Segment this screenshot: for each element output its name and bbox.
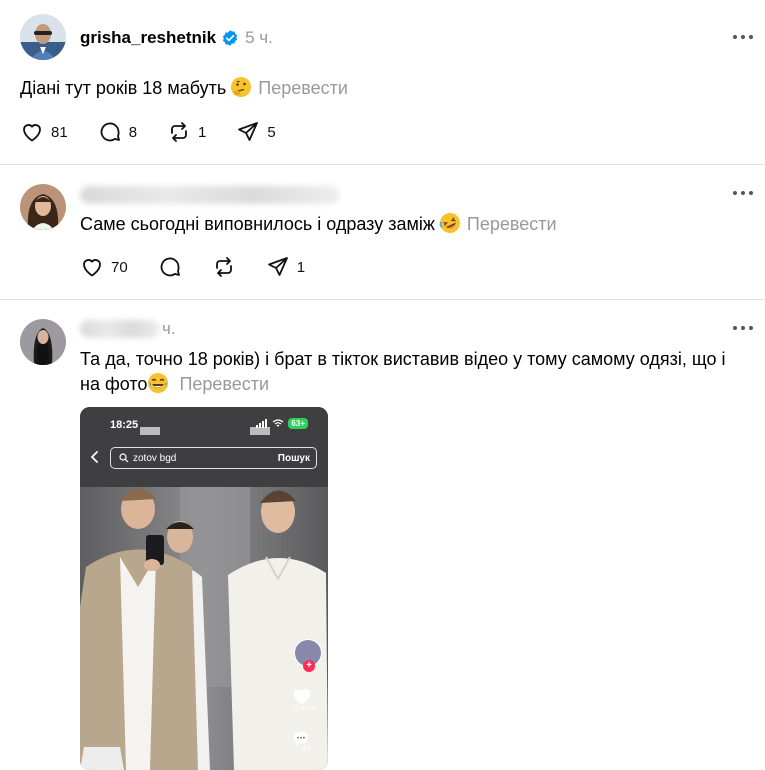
send-icon bbox=[238, 122, 259, 141]
post-actions: 81 8 1 5 bbox=[20, 120, 306, 144]
avatar[interactable] bbox=[20, 14, 66, 60]
heart-icon bbox=[23, 124, 41, 142]
more-options-icon[interactable] bbox=[733, 29, 753, 45]
post-text-line-1: Та да, точно 18 років) і брат в тікток в… bbox=[80, 349, 726, 369]
post-text: Саме сьогодні виповнилось і одразу заміж… bbox=[80, 212, 557, 236]
share-button[interactable]: 5 bbox=[236, 120, 276, 144]
post-header: ч. bbox=[80, 317, 176, 341]
verified-badge-icon bbox=[221, 29, 239, 47]
like-button[interactable]: 70 bbox=[80, 255, 128, 279]
send-icon bbox=[267, 257, 288, 276]
wifi-icon bbox=[273, 419, 284, 427]
repost-count: 1 bbox=[198, 123, 207, 141]
comment-bubble-icon bbox=[293, 731, 309, 746]
like-count: 81 bbox=[51, 123, 68, 141]
rolling-laughing-face-icon bbox=[439, 212, 461, 234]
post-2: Саме сьогодні виповнилось і одразу заміж… bbox=[0, 165, 765, 299]
post-text-content: Саме сьогодні виповнилось і одразу заміж bbox=[80, 214, 435, 234]
post-text: Діані тут років 18 мабуть Перевести bbox=[20, 76, 348, 100]
translate-link[interactable]: Перевести bbox=[179, 374, 269, 394]
status-bar-icons: 63+ bbox=[256, 418, 308, 429]
username[interactable]: grisha_reshetnik bbox=[80, 28, 216, 48]
username-blurred[interactable] bbox=[80, 186, 340, 204]
translate-link[interactable]: Перевести bbox=[467, 214, 557, 234]
post-header bbox=[80, 183, 340, 207]
share-count: 1 bbox=[296, 258, 306, 276]
signal-icon bbox=[256, 419, 268, 428]
comment-icon bbox=[160, 257, 180, 277]
share-button[interactable]: 1 bbox=[266, 255, 305, 279]
back-arrow-icon bbox=[90, 451, 98, 463]
post-text-content: Діані тут років 18 мабуть bbox=[20, 78, 227, 98]
battery-indicator: 63+ bbox=[288, 418, 308, 429]
repost-button[interactable]: 1 bbox=[167, 120, 206, 144]
heart-icon bbox=[83, 259, 101, 277]
repost-icon bbox=[215, 257, 232, 277]
post-time: 5 ч. bbox=[245, 28, 273, 47]
translate-link[interactable]: Перевести bbox=[258, 78, 348, 98]
repost-button[interactable] bbox=[212, 255, 236, 279]
tiktok-comment: 43 bbox=[292, 730, 320, 753]
like-count: 70 bbox=[111, 258, 128, 276]
share-count: 5 bbox=[267, 123, 276, 141]
more-options-icon[interactable] bbox=[733, 320, 753, 336]
post-media-image[interactable]: 18:25 63+ zotov bgd Пошук + 11,4 тис. 43 bbox=[80, 407, 328, 770]
tiktok-like: 11,4 тис. bbox=[292, 687, 320, 712]
post-1: grisha_reshetnik 5 ч. Діані тут років 18… bbox=[0, 0, 765, 164]
avatar-photo bbox=[20, 319, 66, 365]
post-actions: 70 1 bbox=[80, 255, 335, 279]
tears-of-joy-face-icon bbox=[147, 372, 169, 394]
reply-button[interactable] bbox=[158, 255, 182, 279]
thinking-face-icon bbox=[230, 76, 252, 98]
search-query: zotov bgd bbox=[133, 452, 177, 464]
like-button[interactable]: 81 bbox=[20, 120, 68, 144]
username-blurred[interactable] bbox=[80, 320, 160, 338]
avatar[interactable] bbox=[20, 184, 66, 230]
avatar-photo bbox=[20, 14, 66, 60]
post-text-line-2: на фото bbox=[80, 374, 148, 394]
post-time: ч. bbox=[162, 319, 176, 338]
follow-plus-icon: + bbox=[303, 660, 315, 672]
search-icon bbox=[119, 453, 129, 463]
status-bar-time: 18:25 bbox=[110, 419, 139, 431]
avatar[interactable] bbox=[20, 319, 66, 365]
post-text-line-2-wrap: на фото Перевести bbox=[80, 372, 760, 396]
post-header: grisha_reshetnik 5 ч. bbox=[80, 26, 273, 50]
heart-icon bbox=[293, 689, 311, 705]
more-options-icon[interactable] bbox=[733, 185, 753, 201]
reply-count: 8 bbox=[128, 123, 138, 141]
post-3: ч. Та да, точно 18 років) і брат в тікто… bbox=[0, 300, 765, 770]
tiktok-comment-count: 43 bbox=[302, 746, 310, 753]
tiktok-like-count: 11,4 тис. bbox=[292, 705, 320, 712]
comment-icon bbox=[100, 122, 120, 142]
avatar-photo bbox=[20, 184, 66, 230]
post-text: Та да, точно 18 років) і брат в тікток в… bbox=[80, 347, 760, 396]
tiktok-search-bar: zotov bgd Пошук bbox=[110, 447, 317, 469]
search-button: Пошук bbox=[277, 452, 310, 464]
reply-button[interactable]: 8 bbox=[98, 120, 137, 144]
repost-icon bbox=[171, 122, 187, 142]
